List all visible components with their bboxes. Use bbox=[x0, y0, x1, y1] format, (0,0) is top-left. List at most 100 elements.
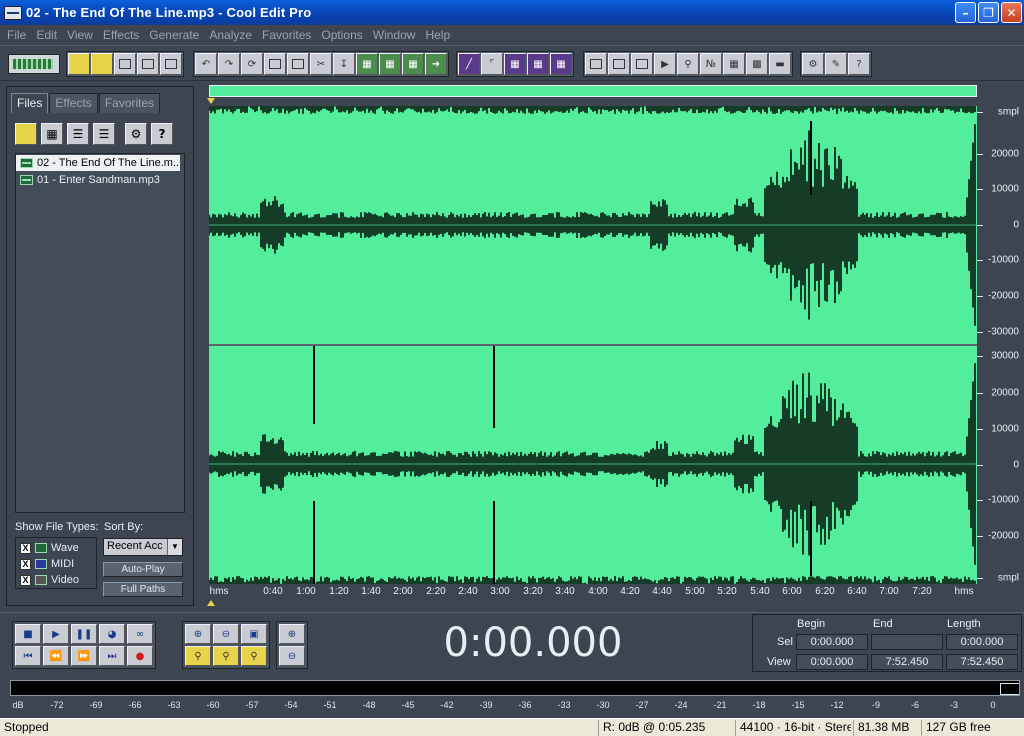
record-button[interactable]: ● bbox=[127, 646, 153, 666]
chevron-down-icon[interactable]: ▼ bbox=[167, 539, 182, 555]
loop-button[interactable]: ∞ bbox=[127, 624, 153, 644]
go-to-end-button[interactable]: ⏭ bbox=[99, 646, 125, 666]
view-end-field[interactable]: 7:52.450 bbox=[871, 654, 943, 670]
menu-options[interactable]: Options bbox=[316, 28, 367, 42]
envelope-icon[interactable]: ╱ bbox=[458, 53, 480, 75]
paste-to-new-icon[interactable]: ▦ bbox=[356, 53, 378, 75]
start-marker-bottom[interactable] bbox=[207, 600, 215, 606]
phase-icon[interactable]: ▦ bbox=[550, 53, 572, 75]
zoom-out-icon[interactable]: ⊖ bbox=[213, 624, 239, 644]
info-icon[interactable]: ▦ bbox=[723, 53, 745, 75]
filter-video[interactable]: X Video bbox=[16, 572, 96, 588]
insert-icon[interactable]: ▦ bbox=[402, 53, 424, 75]
full-paths-button[interactable]: Full Paths bbox=[103, 582, 183, 597]
sel-length-field[interactable]: 0:00.000 bbox=[946, 634, 1018, 650]
fast-forward-button[interactable]: ⏩ bbox=[71, 646, 97, 666]
repeat-icon[interactable]: ⟳ bbox=[241, 53, 263, 75]
status-bar-icon[interactable]: ▬ bbox=[769, 53, 791, 75]
copy-icon[interactable] bbox=[287, 53, 309, 75]
waveform-view-icon[interactable] bbox=[585, 53, 607, 75]
new-file-icon[interactable] bbox=[68, 53, 90, 75]
waveform-display[interactable] bbox=[209, 106, 977, 584]
play-list-icon[interactable]: ▶ bbox=[654, 53, 676, 75]
sort-by-select[interactable]: Recent Acc ▼ bbox=[103, 538, 183, 556]
filter-midi[interactable]: X MIDI bbox=[16, 556, 96, 572]
time-ruler[interactable]: hms 0:40 1:00 1:20 1:40 2:00 2:20 2:40 3:00 3:20 3… bbox=[209, 584, 977, 600]
copy-to-new-icon[interactable] bbox=[264, 53, 286, 75]
zoom-full-icon[interactable]: ▣ bbox=[241, 624, 267, 644]
save-icon[interactable] bbox=[114, 53, 136, 75]
settings-icon[interactable]: ⚙ bbox=[802, 53, 824, 75]
go-to-start-button[interactable]: ⏮ bbox=[15, 646, 41, 666]
time-display-icon[interactable]: № bbox=[700, 53, 722, 75]
tab-effects[interactable]: Effects bbox=[49, 93, 98, 113]
spectral-view-icon[interactable] bbox=[608, 53, 630, 75]
auto-play-button[interactable]: Auto-Play bbox=[103, 562, 183, 577]
help-icon[interactable]: ? bbox=[848, 53, 870, 75]
sel-begin-field[interactable]: 0:00.000 bbox=[796, 634, 868, 650]
view-begin-field[interactable]: 0:00.000 bbox=[796, 654, 868, 670]
multitrack-view-toggle[interactable] bbox=[8, 54, 60, 74]
zoom-selection-icon[interactable]: ⚲ bbox=[241, 646, 267, 666]
spectral-icon[interactable]: ▦ bbox=[504, 53, 526, 75]
close-file-icon[interactable]: ▦ bbox=[41, 123, 63, 145]
wave-checkbox[interactable]: X bbox=[20, 542, 31, 554]
sel-end-field[interactable] bbox=[871, 634, 943, 650]
restore-button[interactable]: ❐ bbox=[978, 2, 999, 23]
organizer-help-icon[interactable]: ? bbox=[151, 123, 173, 145]
zoom-in-vertical-icon[interactable]: ⊕ bbox=[279, 624, 305, 644]
zoom-left-icon[interactable]: ⚲ bbox=[185, 646, 211, 666]
menu-effects[interactable]: Effects bbox=[98, 28, 144, 42]
open-folder-icon[interactable] bbox=[91, 53, 113, 75]
midi-checkbox[interactable]: X bbox=[20, 558, 31, 570]
insert-into-multitrack-icon[interactable]: ☰ bbox=[67, 123, 89, 145]
stop-button[interactable]: ■ bbox=[15, 624, 41, 644]
tab-files[interactable]: Files bbox=[11, 93, 49, 113]
menu-favorites[interactable]: Favorites bbox=[257, 28, 316, 42]
file-item[interactable]: 02 - The End Of The Line.m... bbox=[16, 155, 180, 171]
zoom-in-icon[interactable]: ⊕ bbox=[185, 624, 211, 644]
view-length-field[interactable]: 7:52.450 bbox=[946, 654, 1018, 670]
zoom-right-icon[interactable]: ⚲ bbox=[213, 646, 239, 666]
zoom-out-vertical-icon[interactable]: ⊖ bbox=[279, 646, 305, 666]
tab-favorites[interactable]: Favorites bbox=[98, 93, 161, 113]
undo-icon[interactable]: ↶ bbox=[195, 53, 217, 75]
overview-scrollbar[interactable] bbox=[209, 85, 977, 97]
play-button[interactable]: ▶ bbox=[43, 624, 69, 644]
rewind-button[interactable]: ⏪ bbox=[43, 646, 69, 666]
pause-button[interactable]: ❚❚ bbox=[71, 624, 97, 644]
open-file-icon[interactable] bbox=[15, 123, 37, 145]
close-button[interactable]: ✕ bbox=[1001, 2, 1022, 23]
save-as-icon[interactable] bbox=[137, 53, 159, 75]
level-meter-icon[interactable]: ▩ bbox=[746, 53, 768, 75]
menu-view[interactable]: View bbox=[62, 28, 98, 42]
video-checkbox[interactable]: X bbox=[20, 574, 31, 586]
redo-icon[interactable]: ↷ bbox=[218, 53, 240, 75]
amplify-icon[interactable]: ⌜ bbox=[481, 53, 503, 75]
trim-icon[interactable]: ➜ bbox=[425, 53, 447, 75]
mix-paste-icon[interactable]: ▦ bbox=[379, 53, 401, 75]
zoom-view-icon[interactable]: ⚲ bbox=[677, 53, 699, 75]
graphic-eq-icon[interactable]: ▦ bbox=[527, 53, 549, 75]
cue-list-icon[interactable] bbox=[631, 53, 653, 75]
scripts-icon[interactable]: ✎ bbox=[825, 53, 847, 75]
menu-analyze[interactable]: Analyze bbox=[204, 28, 257, 42]
app-icon[interactable] bbox=[4, 5, 22, 20]
filter-wave[interactable]: X Wave bbox=[16, 540, 96, 556]
play-to-end-button[interactable]: ◕ bbox=[99, 624, 125, 644]
file-item[interactable]: 01 - Enter Sandman.mp3 bbox=[16, 172, 184, 188]
options-icon[interactable]: ⚙ bbox=[125, 123, 147, 145]
menu-window[interactable]: Window bbox=[368, 28, 421, 42]
level-meter[interactable]: dB -72 -69 -66 -63 -60 -57 -54 -51 -48 -45 -42 -39 -3… bbox=[8, 678, 1020, 716]
menu-edit[interactable]: Edit bbox=[31, 28, 62, 42]
time-ruler-label: 2:40 bbox=[458, 586, 478, 597]
start-marker-top[interactable] bbox=[207, 98, 215, 104]
menu-help[interactable]: Help bbox=[420, 28, 455, 42]
save-all-icon[interactable] bbox=[160, 53, 182, 75]
minimize-button[interactable]: – bbox=[955, 2, 976, 23]
menu-generate[interactable]: Generate bbox=[144, 28, 204, 42]
edit-file-icon[interactable]: ☰ bbox=[93, 123, 115, 145]
cut-icon[interactable]: ✂ bbox=[310, 53, 332, 75]
menu-file[interactable]: File bbox=[2, 28, 31, 42]
paste-icon[interactable]: ↧ bbox=[333, 53, 355, 75]
